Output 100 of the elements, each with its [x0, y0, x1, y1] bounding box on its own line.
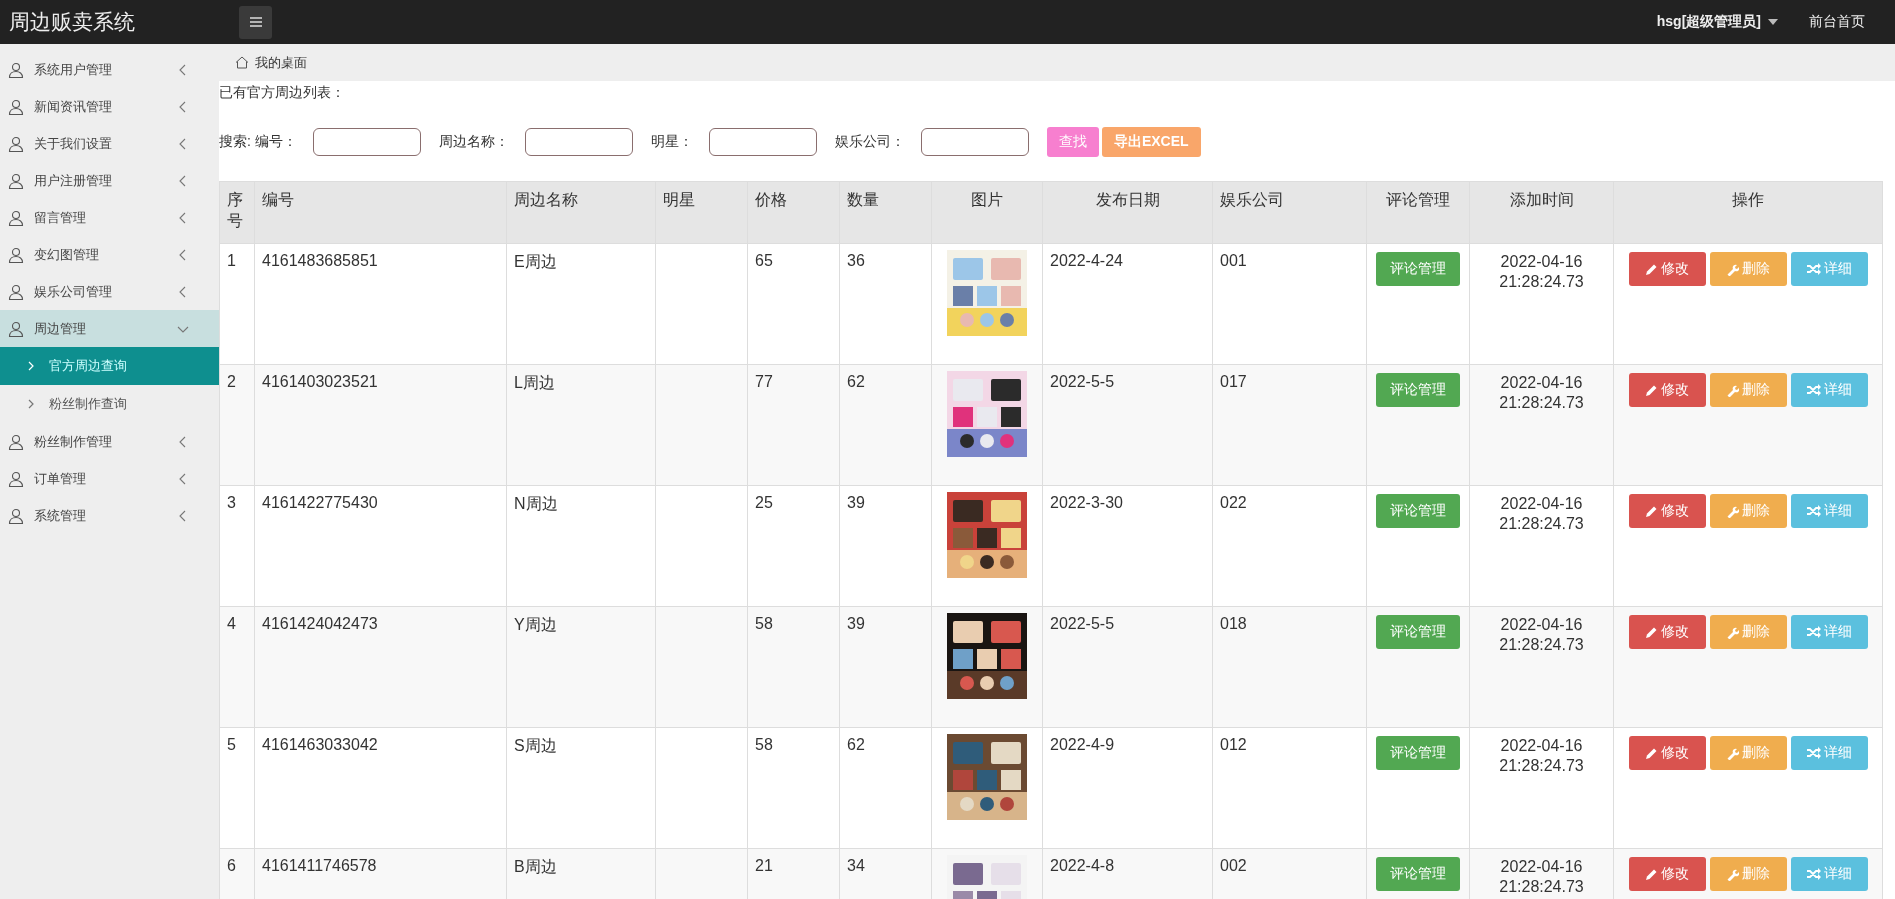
edit-button[interactable]: 修改	[1628, 857, 1706, 891]
sidebar-subitem[interactable]: 官方周边查询	[0, 347, 219, 385]
table-cell: S周边	[506, 727, 656, 849]
table-cell: 4161483685851	[254, 243, 507, 365]
sidebar-item[interactable]: 系统管理	[0, 497, 219, 534]
table-cell: 6	[219, 848, 255, 899]
table-cell-text: 2022-04-16 21:28:24.73	[1498, 857, 1585, 897]
wrench-icon	[1726, 383, 1739, 397]
sidebar-item[interactable]: 变幻图管理	[0, 236, 219, 273]
table-cell: E周边	[506, 243, 656, 365]
pencil-icon	[1645, 262, 1658, 276]
edit-button[interactable]: 修改	[1628, 373, 1706, 407]
edit-button[interactable]: 修改	[1628, 494, 1706, 528]
sidebar-item[interactable]: 订单管理	[0, 460, 219, 497]
sidebar-item[interactable]: 用户注册管理	[0, 162, 219, 199]
comment-button[interactable]: 评论管理	[1376, 373, 1460, 407]
wrench-icon	[1726, 262, 1739, 276]
user-menu[interactable]: hsg[超级管理员]	[1656, 13, 1779, 31]
table-cell: 36	[839, 243, 932, 365]
table-cell: 58	[747, 606, 840, 728]
shuffle-icon	[1806, 263, 1821, 275]
column-header: 添加时间	[1469, 181, 1614, 244]
sidebar-item[interactable]: 周边管理	[0, 310, 219, 347]
table-cell: 34	[839, 848, 932, 899]
user-icon	[8, 470, 24, 487]
shuffle-icon	[1806, 505, 1821, 517]
column-header: 操作	[1613, 181, 1883, 244]
chevron-right-icon	[27, 399, 35, 409]
sidebar-item[interactable]: 娱乐公司管理	[0, 273, 219, 310]
table-cell: 5	[219, 727, 255, 849]
column-header: 发布日期	[1042, 181, 1213, 244]
sidebar-item[interactable]: 系统用户管理	[0, 51, 219, 88]
breadcrumb-link[interactable]: 我的桌面	[255, 53, 307, 72]
wrench-icon	[1726, 504, 1739, 518]
comment-button[interactable]: 评论管理	[1376, 494, 1460, 528]
menu-button[interactable]	[239, 5, 272, 39]
user-icon	[8, 61, 24, 78]
table-cell-text: 2022-04-16 21:28:24.73	[1498, 615, 1585, 655]
table-cell: 4	[219, 606, 255, 728]
user-icon	[8, 135, 24, 152]
table-cell: 62	[839, 727, 932, 849]
field-label: 明星：	[650, 133, 693, 151]
detail-button[interactable]: 详细	[1790, 736, 1868, 770]
table-cell-text: 2022-04-16 21:28:24.73	[1498, 373, 1585, 413]
column-header: 序号	[219, 181, 255, 244]
comment-button[interactable]: 评论管理	[1376, 615, 1460, 649]
wrench-icon	[1726, 867, 1739, 881]
sidebar-subitem[interactable]: 粉丝制作查询	[0, 385, 219, 423]
table-cell: 2	[219, 364, 255, 486]
menu-icon	[248, 16, 263, 28]
table-cell: 4161463033042	[254, 727, 507, 849]
column-header: 明星	[655, 181, 748, 244]
edit-button[interactable]: 修改	[1628, 736, 1706, 770]
table-cell: 25	[747, 485, 840, 607]
user-icon	[8, 433, 24, 450]
column-header: 价格	[747, 181, 840, 244]
sidebar-item[interactable]: 留言管理	[0, 199, 219, 236]
search-label: 搜索:	[219, 133, 251, 151]
comment-button[interactable]: 评论管理	[1376, 252, 1460, 286]
detail-button[interactable]: 详细	[1790, 494, 1868, 528]
list-title: 已有官方周边列表：	[219, 83, 346, 102]
front-page-link[interactable]: 前台首页	[1809, 13, 1865, 31]
table-cell: 1	[219, 243, 255, 365]
table-cell: 2022-3-30	[1042, 485, 1213, 607]
user-icon	[8, 507, 24, 524]
shuffle-icon	[1806, 384, 1821, 396]
field-label: 周边名称：	[438, 133, 509, 151]
table-cell: 4161411746578	[254, 848, 507, 899]
table-cell: 4161424042473	[254, 606, 507, 728]
edit-button[interactable]: 修改	[1628, 252, 1706, 286]
sidebar-item[interactable]: 粉丝制作管理	[0, 423, 219, 460]
sidebar-item[interactable]: 新闻资讯管理	[0, 88, 219, 125]
detail-button[interactable]: 详细	[1790, 373, 1868, 407]
edit-button[interactable]: 修改	[1628, 615, 1706, 649]
user-icon	[8, 172, 24, 189]
table-cell: 002	[1212, 848, 1367, 899]
input-field[interactable]	[708, 128, 817, 156]
table-cell-text: 2022-04-16 21:28:24.73	[1498, 736, 1585, 776]
input-field[interactable]	[920, 128, 1029, 156]
comment-button[interactable]: 评论管理	[1376, 736, 1460, 770]
wrench-icon	[1726, 625, 1739, 639]
table-cell: 4161403023521	[254, 364, 507, 486]
shuffle-icon	[1806, 868, 1821, 880]
sidebar-item[interactable]: 关于我们设置	[0, 125, 219, 162]
column-header: 编号	[254, 181, 507, 244]
input-field[interactable]	[312, 128, 421, 156]
user-icon	[8, 98, 24, 115]
comment-button[interactable]: 评论管理	[1376, 857, 1460, 891]
user-icon	[8, 320, 24, 337]
detail-button[interactable]: 详细	[1790, 252, 1868, 286]
table-cell: 4161422775430	[254, 485, 507, 607]
detail-button[interactable]: 详细	[1790, 615, 1868, 649]
column-header: 图片	[931, 181, 1043, 244]
search-button[interactable]: 查找	[1046, 127, 1099, 157]
table-cell: 017	[1212, 364, 1367, 486]
table-cell: 39	[839, 606, 932, 728]
table-cell: N周边	[506, 485, 656, 607]
input-field[interactable]	[524, 128, 633, 156]
detail-button[interactable]: 详细	[1790, 857, 1868, 891]
table-cell: L周边	[506, 364, 656, 486]
